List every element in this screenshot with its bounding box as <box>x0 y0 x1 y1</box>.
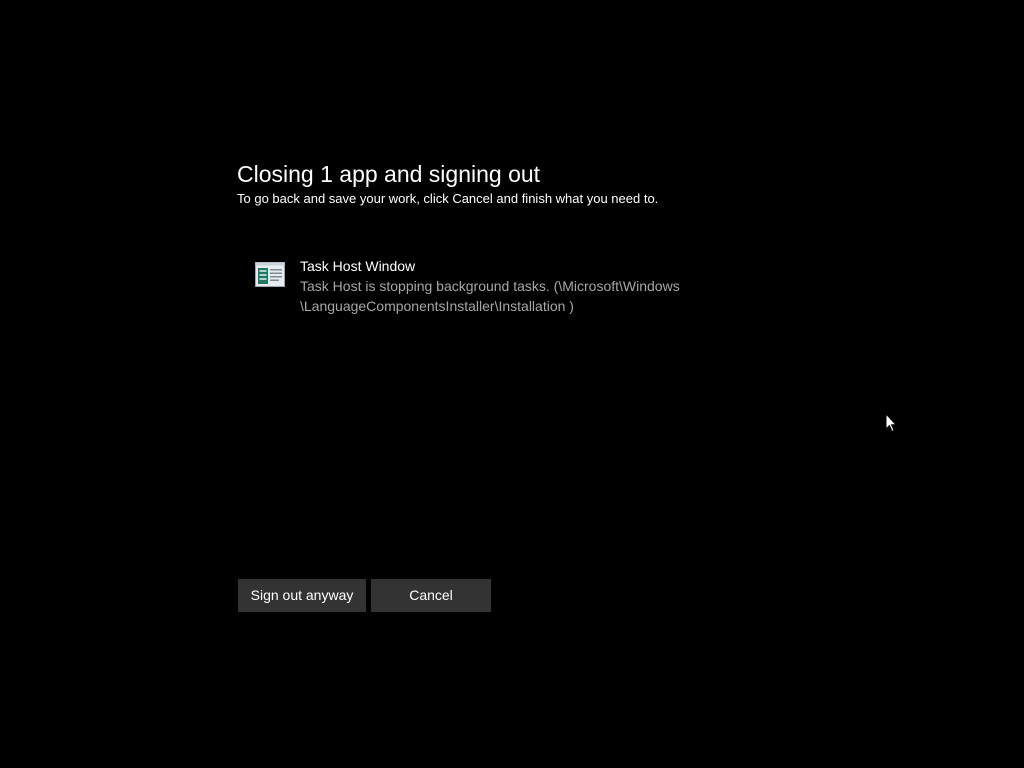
app-list: Task Host Window Task Host is stopping b… <box>255 256 755 318</box>
mouse-pointer-icon <box>885 412 898 433</box>
cancel-button[interactable]: Cancel <box>371 579 491 612</box>
task-host-window-icon <box>255 262 285 287</box>
dialog-title: Closing 1 app and signing out <box>237 161 541 187</box>
app-name: Task Host Window <box>300 258 416 274</box>
dialog-header: Closing 1 app and signing out To go back… <box>237 158 797 208</box>
app-description-line-1: Task Host is stopping background tasks. … <box>300 278 680 294</box>
app-description-line-2: \LanguageComponentsInstaller\Installatio… <box>300 298 574 314</box>
app-text: Task Host Window Task Host is stopping b… <box>300 256 755 316</box>
sign-out-anyway-button[interactable]: Sign out anyway <box>238 579 366 612</box>
list-item: Task Host Window Task Host is stopping b… <box>255 256 755 318</box>
sign-out-screen: Closing 1 app and signing out To go back… <box>0 0 1024 768</box>
dialog-subtitle: To go back and save your work, click Can… <box>237 191 659 206</box>
